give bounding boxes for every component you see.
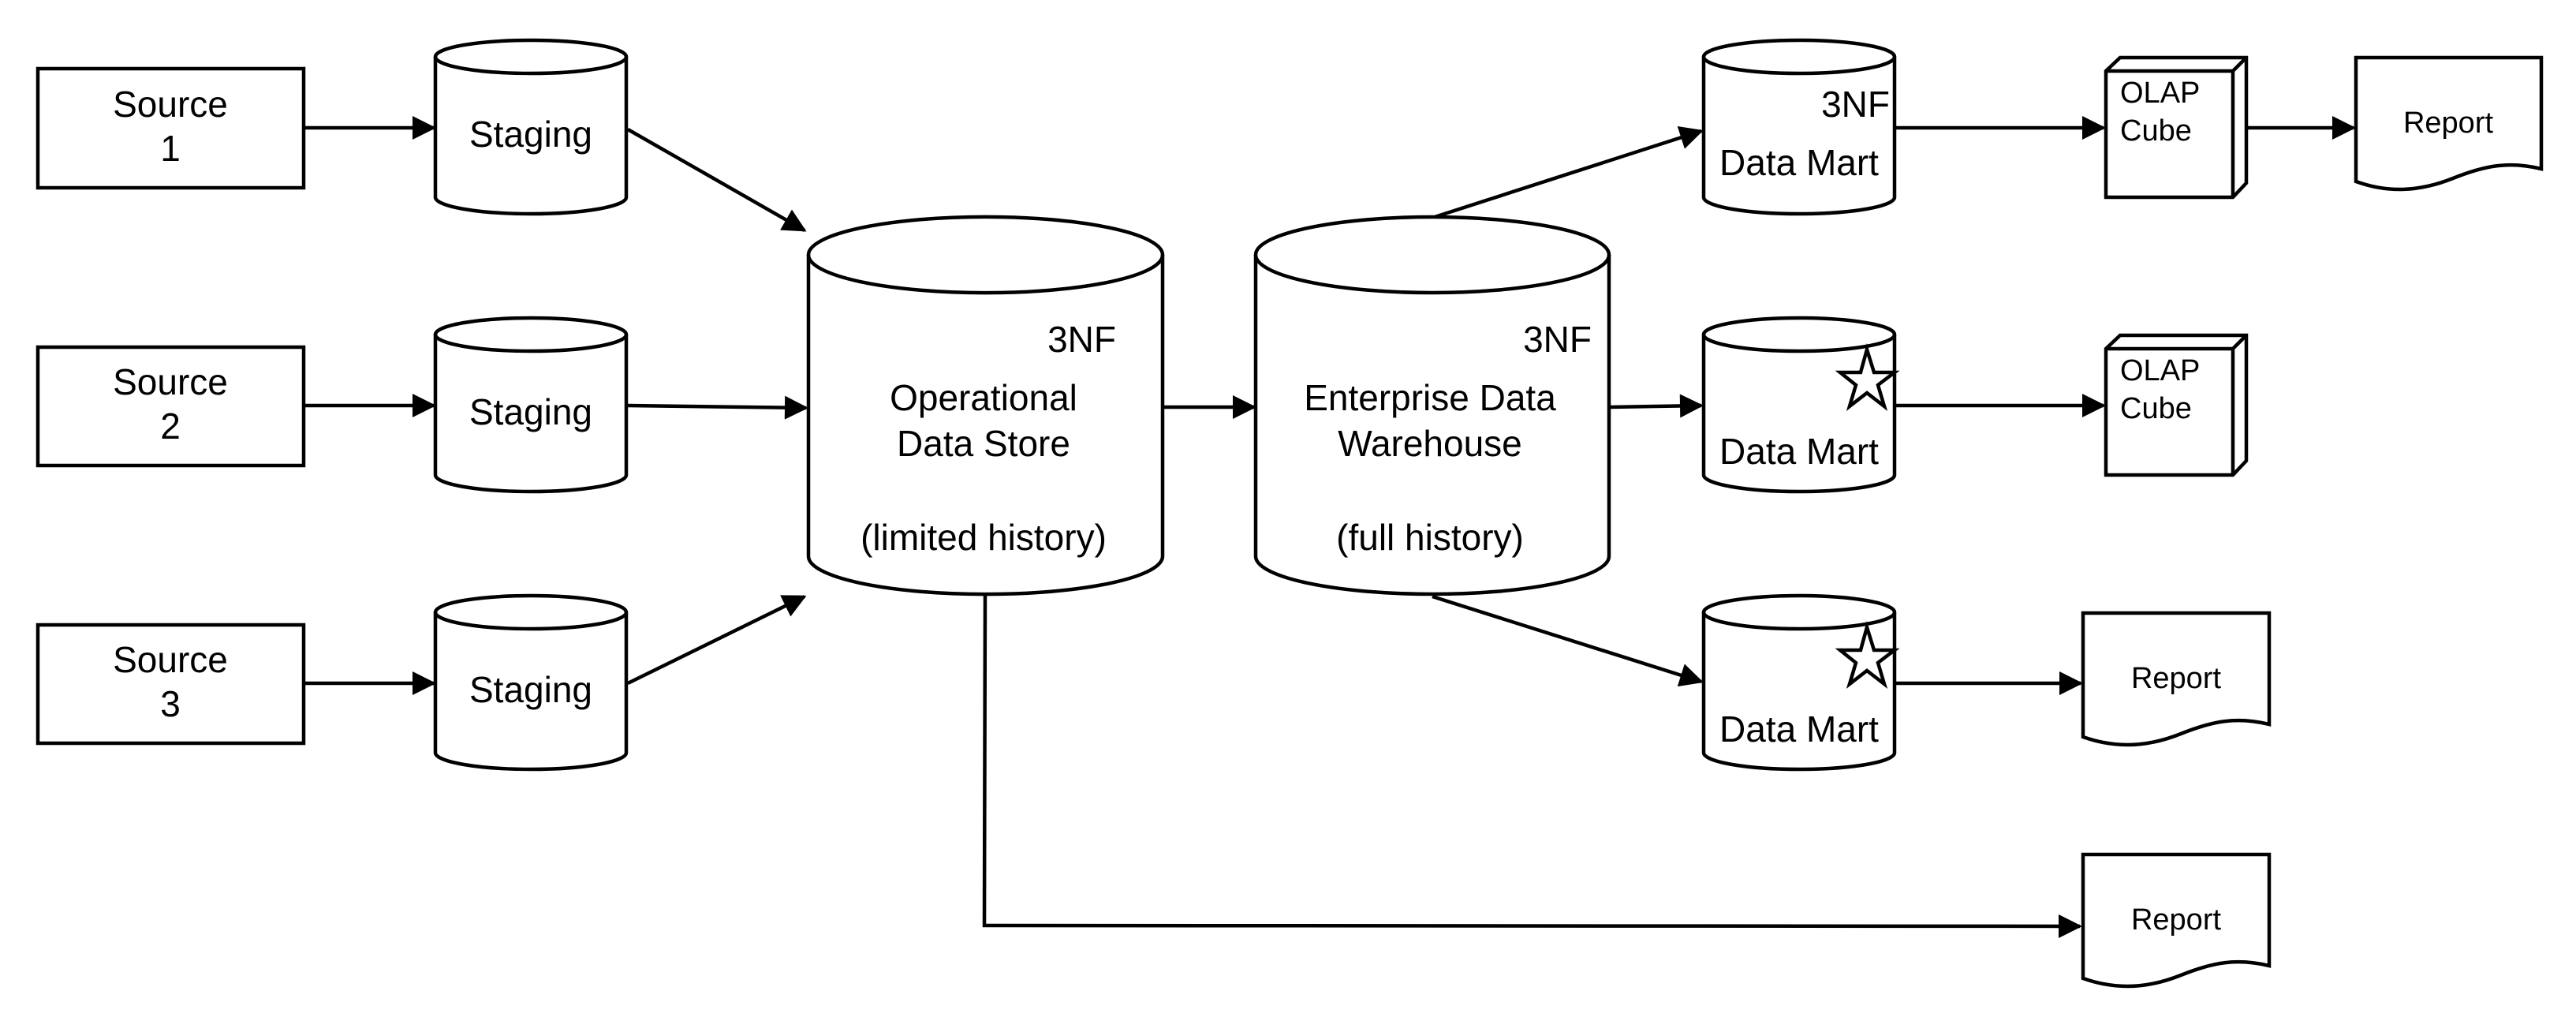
edge-edw-datamart1[interactable] <box>1432 126 1704 220</box>
edge-edw-datamart2[interactable] <box>1609 394 1704 418</box>
source-2[interactable]: Source 2 <box>35 345 306 468</box>
source-label-line2: 2 <box>160 406 181 447</box>
staging-label: Staging <box>469 114 592 155</box>
source-label-line1: Source <box>113 639 228 680</box>
data-mart-label: Data Mart <box>1719 142 1879 183</box>
ods-history-note: (limited history) <box>861 517 1107 558</box>
report-label: Report <box>2131 662 2221 695</box>
report-3[interactable]: Report <box>2081 852 2272 989</box>
report-1[interactable]: Report <box>2354 55 2544 192</box>
staging-1[interactable]: Staging <box>433 38 629 216</box>
report-label: Report <box>2403 107 2493 140</box>
source-label-line1: Source <box>113 84 228 125</box>
olap-label-line1: OLAP <box>2120 77 2200 110</box>
edge-staging2-ods[interactable] <box>627 395 808 420</box>
ods-title-line1: Operational <box>890 377 1077 418</box>
olap-label-line2: Cube <box>2120 392 2192 425</box>
ods-normal-form-tag: 3NF <box>1047 319 1116 360</box>
data-mart-label: Data Mart <box>1719 431 1879 472</box>
edw-title-line2: Warehouse <box>1338 423 1522 464</box>
ods-title-line2: Data Store <box>897 423 1070 464</box>
edge-staging1-ods[interactable] <box>626 128 807 232</box>
report-label: Report <box>2131 903 2221 937</box>
edw-normal-form-tag: 3NF <box>1523 319 1592 360</box>
source-label-line2: 3 <box>160 683 181 724</box>
edge-staging3-ods[interactable] <box>627 594 807 686</box>
edge-ods-report3[interactable] <box>982 595 2082 938</box>
source-3[interactable]: Source 3 <box>35 623 306 746</box>
operational-data-store[interactable]: 3NF Operational Data Store (limited hist… <box>806 215 1165 596</box>
data-mart-normal-form-tag: 3NF <box>1821 84 1890 125</box>
source-label-line1: Source <box>113 361 228 402</box>
staging-label: Staging <box>469 391 592 432</box>
data-mart-2[interactable]: Data Mart <box>1701 316 1900 494</box>
staging-3[interactable]: Staging <box>433 593 629 772</box>
olap-label-line2: Cube <box>2120 114 2192 148</box>
olap-label-line1: OLAP <box>2120 354 2200 387</box>
report-2[interactable]: Report <box>2081 611 2272 747</box>
edge-edw-datamart3[interactable] <box>1432 594 1704 687</box>
data-mart-1[interactable]: 3NF Data Mart <box>1701 38 1897 216</box>
architecture-diagram: marker path{} Source 1 Source 2 Source 3 <box>35 38 2544 989</box>
edw-history-note: (full history) <box>1336 517 1524 558</box>
edw-title-line1: Enterprise Data <box>1304 377 1556 418</box>
staging-2[interactable]: Staging <box>433 316 629 494</box>
source-label-line2: 1 <box>160 128 181 169</box>
source-1[interactable]: Source 1 <box>35 66 306 190</box>
data-mart-3[interactable]: Data Mart <box>1701 593 1900 772</box>
enterprise-data-warehouse[interactable]: 3NF Enterprise Data Warehouse (full hist… <box>1253 215 1611 596</box>
olap-cube-1[interactable]: OLAP Cube <box>2104 55 2249 200</box>
staging-label: Staging <box>469 669 592 710</box>
olap-cube-2[interactable]: OLAP Cube <box>2104 333 2249 477</box>
data-mart-label: Data Mart <box>1719 709 1879 750</box>
